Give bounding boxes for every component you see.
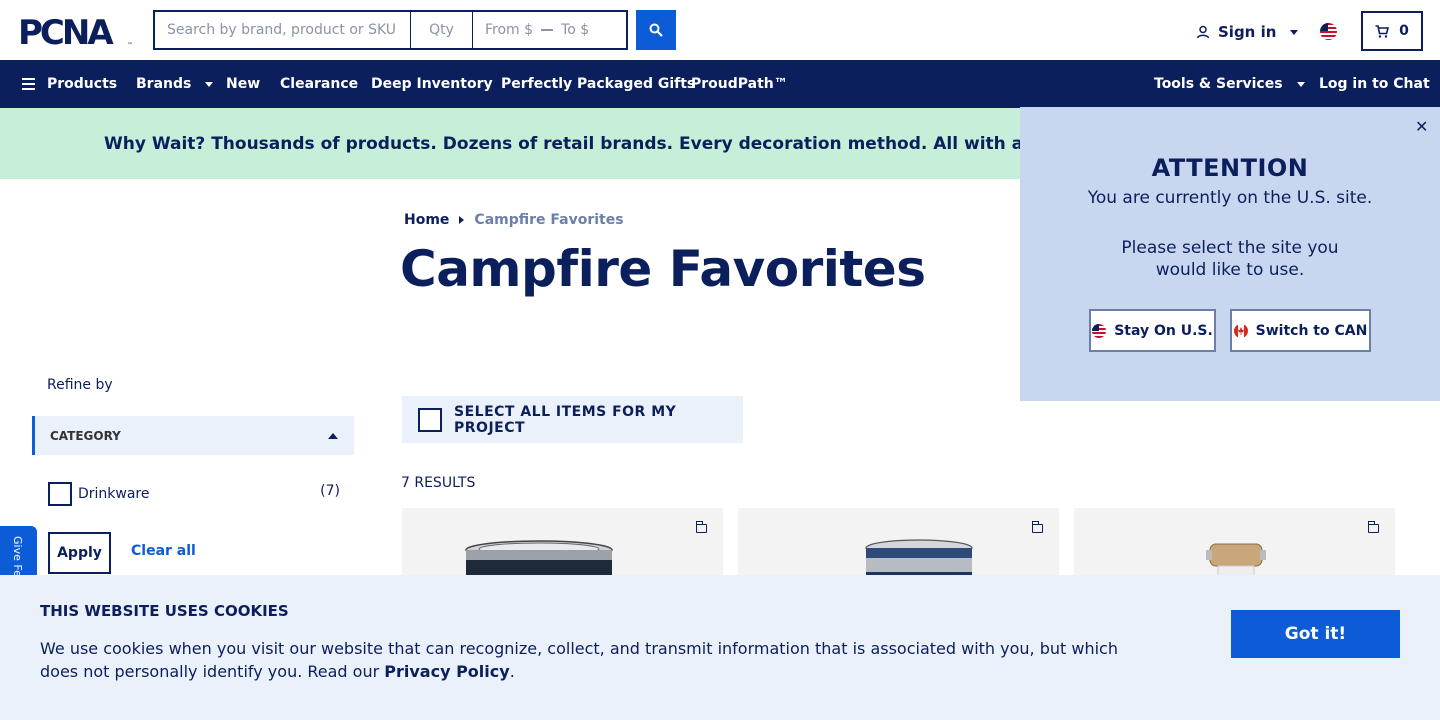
nav-tools-label: Tools & Services [1154,76,1283,92]
search-placeholder: Search by brand, product or SKU [167,22,397,38]
sign-in-label: Sign in [1218,23,1277,41]
chevron-down-icon [1296,81,1305,87]
nav-products-label: Products [47,76,118,92]
nav-proudpath[interactable]: ProudPath™ [691,60,788,108]
attention-line-1: You are currently on the U.S. site. [1087,188,1373,208]
nav-proudpath-label: ProudPath™ [691,76,788,92]
chevron-down-icon [1290,29,1299,35]
cart-count: 0 [1399,23,1409,39]
category-heading: CATEGORY [50,428,121,443]
cookie-title: THIS WEBSITE USES COOKIES [40,602,289,620]
nav-gifts[interactable]: Perfectly Packaged Gifts [501,60,695,108]
user-icon [1196,25,1210,39]
search-input[interactable]: Search by brand, product or SKU [153,10,411,50]
nav-new-label: New [226,76,261,92]
search-button[interactable] [636,10,676,50]
caret-right-icon [459,216,465,224]
qty-placeholder: Qty [429,22,454,38]
close-icon[interactable]: ✕ [1415,117,1428,136]
folder-icon[interactable] [1031,521,1043,533]
nav-deep-inventory[interactable]: Deep Inventory [371,60,493,108]
search-bar: Search by brand, product or SKU Qty From… [153,10,676,50]
apply-button[interactable]: Apply [48,532,111,574]
price-from-placeholder[interactable]: From $ [485,22,533,38]
pcna-logo[interactable]: PCNA ™ [18,14,136,48]
nav-gifts-label: Perfectly Packaged Gifts [501,76,696,92]
attention-line-3: would like to use. [1155,260,1305,280]
top-bar: PCNA ™ Search by brand, product or SKU Q… [0,0,1440,60]
price-to-placeholder[interactable]: To $ [561,22,589,38]
got-it-button[interactable]: Got it! [1231,610,1400,658]
canada-flag-icon [1233,323,1248,338]
nav-clearance[interactable]: Clearance [280,60,358,108]
select-all-items[interactable]: SELECT ALL ITEMS FOR MY PROJECT [402,396,743,443]
hamburger-icon [22,78,35,90]
switch-button-label: Switch to CAN [1255,322,1368,339]
stay-on-us-button[interactable]: Stay On U.S. [1089,309,1216,352]
privacy-policy-link[interactable]: Privacy Policy [384,662,509,681]
site-selection-popup: ✕ ATTENTION You are currently on the U.S… [1020,107,1440,401]
sign-in-menu[interactable]: Sign in [1196,20,1299,44]
us-flag-icon [1092,323,1107,338]
page-title: Campfire Favorites [400,240,926,298]
cookie-body: We use cookies when you visit our websit… [40,637,1140,683]
filter-option-count: (7) [320,483,340,499]
price-range-input[interactable]: From $ To $ [473,10,628,50]
clear-all-link[interactable]: Clear all [131,543,196,559]
nav-brands-label: Brands [136,76,192,92]
nav-new[interactable]: New [226,60,260,108]
breadcrumb-home[interactable]: Home [404,212,449,228]
nav-deep-inventory-label: Deep Inventory [371,76,493,92]
filter-option-drinkware[interactable]: Drinkware (7) [48,482,340,506]
svg-text:™: ™ [127,42,133,48]
range-dash [541,29,554,31]
folder-icon[interactable] [695,521,707,533]
attention-title: ATTENTION [1151,154,1309,182]
main-nav: Products Brands New Clearance Deep Inven… [0,60,1440,108]
promo-text: Why Wait? Thousands of products. Dozens … [104,133,1116,154]
logo-text: PCNA [18,14,114,48]
drinkware-checkbox[interactable] [48,482,72,506]
cookie-banner: THIS WEBSITE USES COOKIES We use cookies… [0,575,1440,720]
stay-button-label: Stay On U.S. [1114,322,1213,339]
refine-by-label: Refine by [47,377,113,393]
us-flag-icon[interactable] [1320,23,1337,40]
nav-clearance-label: Clearance [280,76,359,92]
chevron-up-icon [328,432,338,439]
nav-chat-label: Log in to Chat [1319,76,1430,92]
nav-chat-login[interactable]: Log in to Chat [1319,60,1430,108]
qty-input[interactable]: Qty [411,10,473,50]
select-all-label: SELECT ALL ITEMS FOR MY PROJECT [454,403,677,436]
chevron-down-icon [205,81,214,87]
cart-icon [1375,24,1390,38]
cookie-text: We use cookies when you visit our websit… [40,639,1118,681]
nav-tools-services[interactable]: Tools & Services [1154,60,1305,108]
switch-to-can-button[interactable]: Switch to CAN [1230,309,1371,352]
attention-line-2: Please select the site you [1121,238,1339,258]
category-filter-header[interactable]: CATEGORY [32,416,354,455]
breadcrumb-current: Campfire Favorites [474,212,624,228]
nav-products[interactable]: Products [22,60,117,108]
folder-icon[interactable] [1367,521,1379,533]
cookie-period: . [509,662,515,681]
search-icon [649,23,663,37]
results-count: 7 RESULTS [401,475,476,491]
select-all-checkbox[interactable] [418,407,442,432]
cart-button[interactable]: 0 [1361,11,1423,51]
breadcrumb: Home Campfire Favorites [404,212,624,228]
filter-option-label: Drinkware [78,486,150,502]
nav-brands[interactable]: Brands [136,60,214,108]
